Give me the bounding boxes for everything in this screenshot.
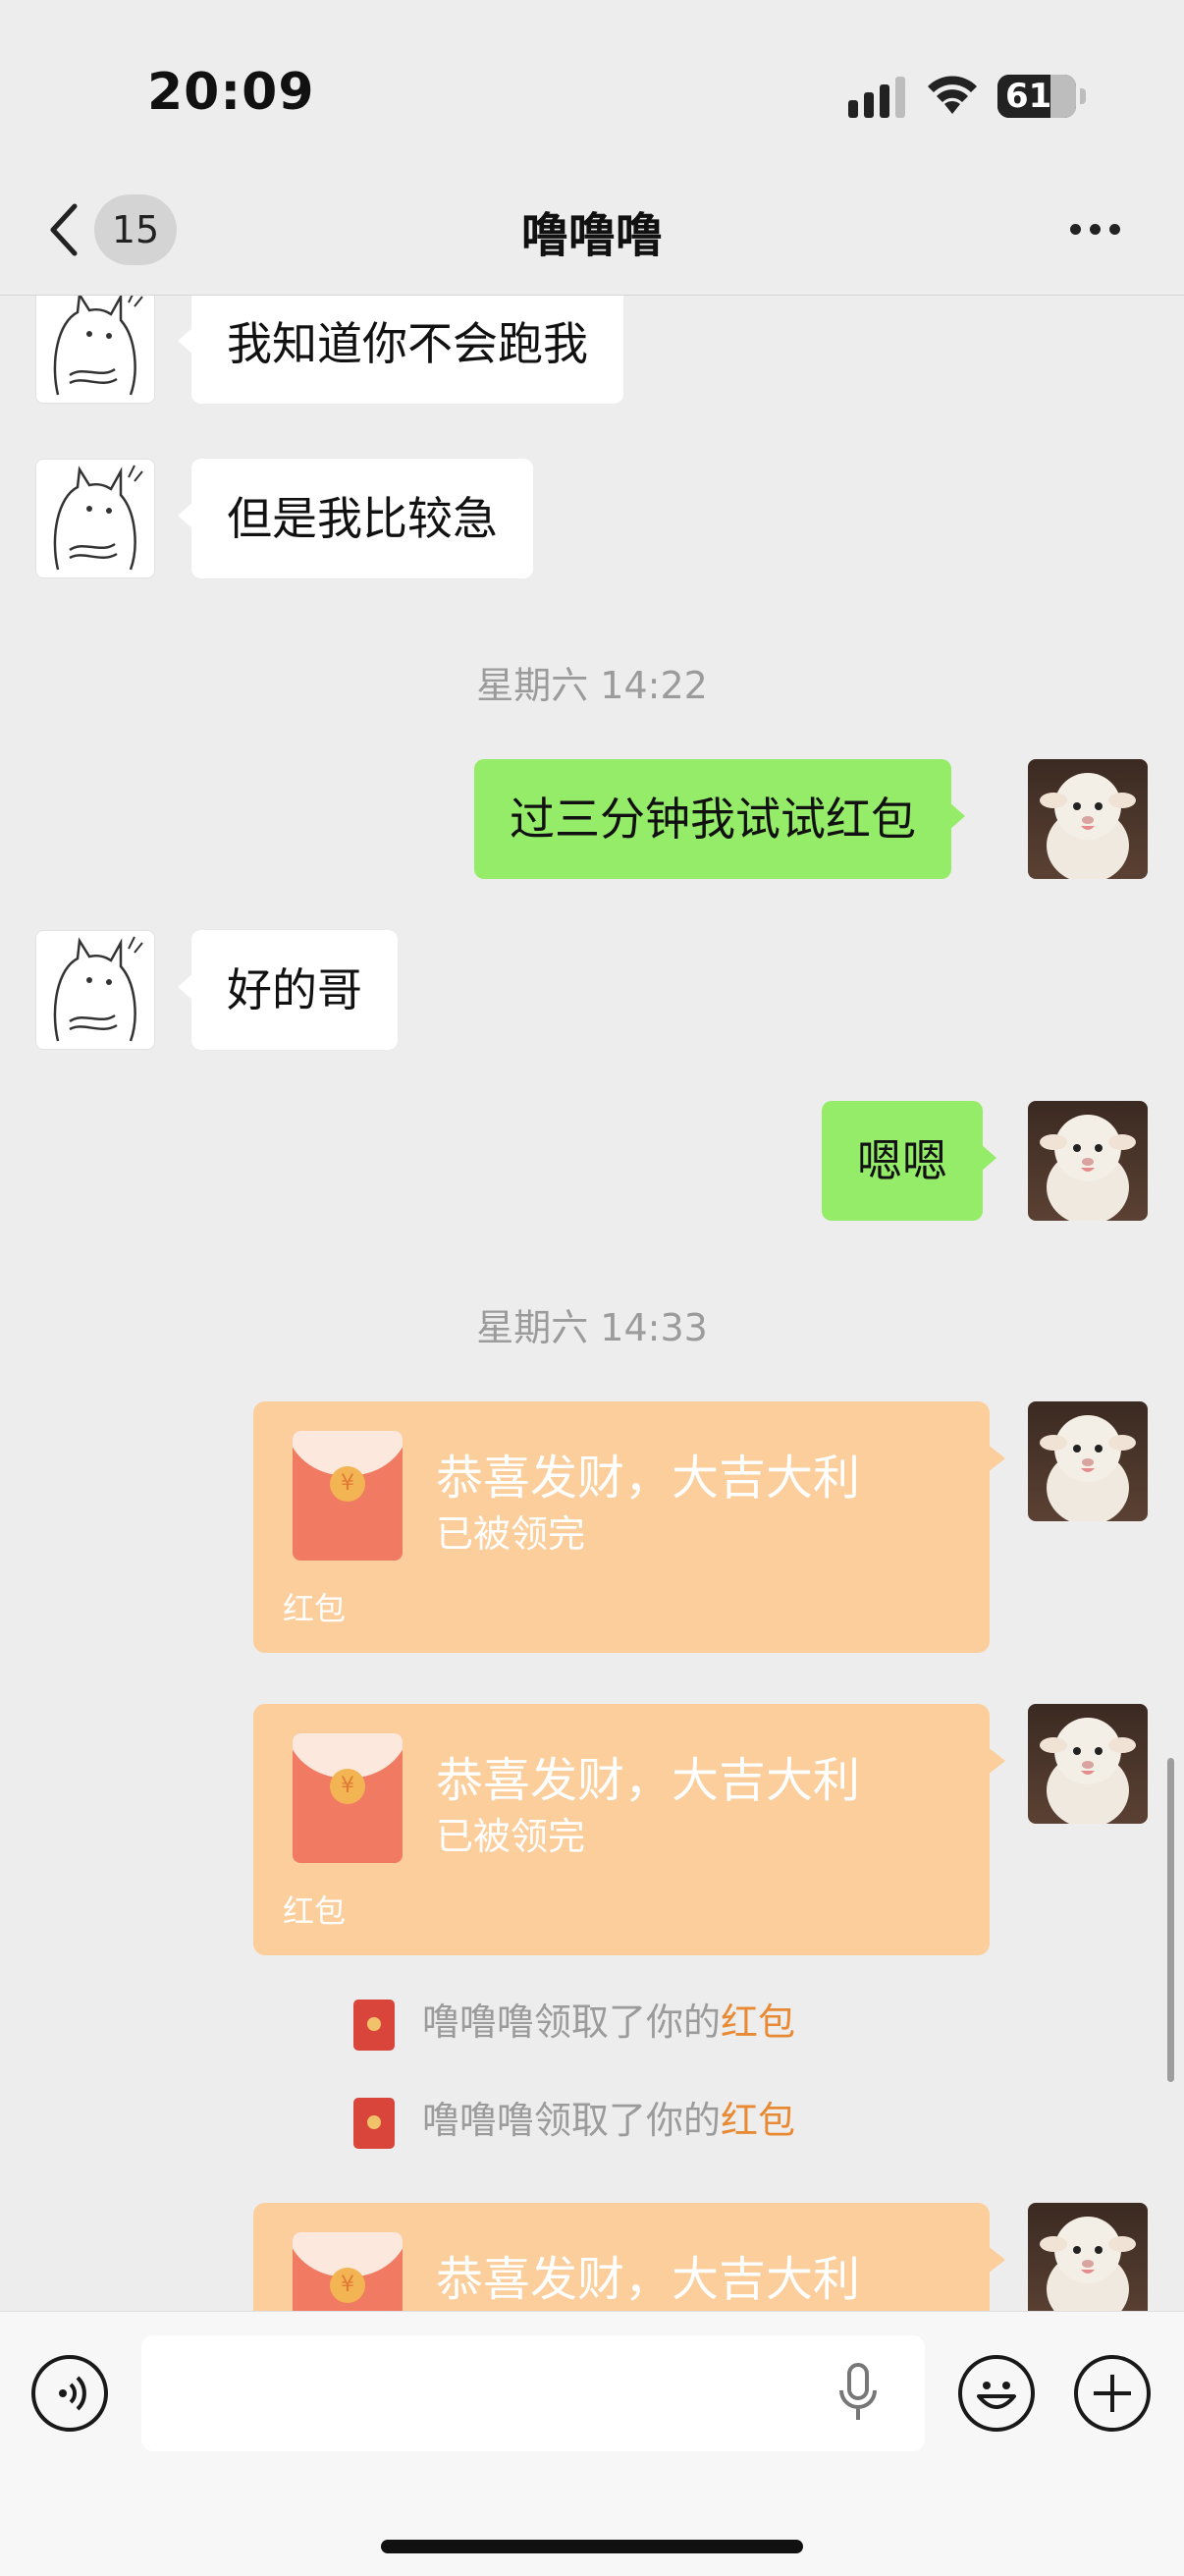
- cellular-signal-icon: [848, 77, 905, 118]
- contact-avatar[interactable]: [35, 459, 155, 578]
- sheep-avatar-icon: [1040, 1718, 1136, 1824]
- my-avatar[interactable]: [1028, 2203, 1148, 2311]
- sheep-avatar-icon: [1040, 1115, 1136, 1221]
- cat-sketch-icon: [53, 936, 143, 1042]
- emoji-icon[interactable]: [958, 2355, 1035, 2432]
- red-envelope-icon: ¥: [293, 1431, 403, 1561]
- scrollbar[interactable]: [1167, 1758, 1174, 2082]
- red-packet-label: 红包: [283, 1590, 347, 1627]
- sheep-avatar-icon: [1040, 773, 1136, 879]
- system-notice-text: 噜噜噜领取了你的: [422, 2001, 722, 2044]
- battery-icon: 61: [997, 75, 1086, 118]
- my-avatar[interactable]: [1028, 1704, 1148, 1824]
- system-notice: 噜噜噜领取了你的红包: [353, 2095, 795, 2149]
- red-packet-greeting: 恭喜发财，大吉大利: [436, 1451, 861, 1506]
- contact-avatar[interactable]: [35, 930, 155, 1050]
- red-packet-label: 红包: [283, 1892, 347, 1930]
- message-bubble-incoming[interactable]: 但是我比较急: [178, 459, 533, 578]
- home-indicator[interactable]: [381, 2540, 803, 2553]
- red-packet-small-icon: [353, 2097, 395, 2149]
- red-envelope-icon: ¥: [293, 1733, 403, 1863]
- red-packet-link[interactable]: 红包: [721, 2001, 795, 2044]
- red-envelope-icon: ¥: [293, 2232, 403, 2311]
- contact-avatar[interactable]: [35, 296, 155, 404]
- my-avatar[interactable]: [1028, 759, 1148, 879]
- red-packet-message[interactable]: ¥ 恭喜发财，大吉大利: [253, 2203, 1005, 2311]
- sheep-avatar-icon: [1040, 2217, 1136, 2311]
- red-packet-small-icon: [353, 1999, 395, 2051]
- message-bubble-incoming[interactable]: 我知道你不会跑我: [178, 296, 623, 404]
- cat-sketch-icon: [53, 296, 143, 396]
- status-bar: 20:09 61: [0, 0, 1184, 167]
- add-more-icon[interactable]: [1074, 2355, 1151, 2432]
- more-options-icon[interactable]: [1070, 220, 1129, 240]
- message-bubble-outgoing[interactable]: 嗯嗯: [822, 1101, 996, 1221]
- wifi-icon: [928, 76, 977, 114]
- message-input[interactable]: [141, 2335, 925, 2451]
- battery-percent: 61: [1005, 77, 1052, 116]
- microphone-icon[interactable]: [836, 2363, 880, 2426]
- message-bubble-incoming[interactable]: 好的哥: [178, 930, 398, 1050]
- system-notice: 噜噜噜领取了你的红包: [353, 1997, 795, 2051]
- cat-sketch-icon: [53, 465, 143, 571]
- message-timestamp: 星期六 14:22: [476, 664, 708, 707]
- red-packet-greeting: 恭喜发财，大吉大利: [436, 2252, 861, 2307]
- chat-title: 噜噜噜: [520, 208, 663, 263]
- input-bar: [0, 2311, 1184, 2576]
- red-packet-greeting: 恭喜发财，大吉大利: [436, 1753, 861, 1808]
- red-packet-status: 已被领完: [436, 1815, 586, 1858]
- message-timestamp: 星期六 14:33: [476, 1306, 708, 1349]
- chat-header: 15 噜噜噜: [0, 167, 1184, 296]
- message-list[interactable]: 我知道你不会跑我 但是我比较急 星期六 14:22 过三分钟我试试红包 好的哥 …: [0, 296, 1184, 2311]
- system-notice-text: 噜噜噜领取了你的: [422, 2099, 722, 2142]
- red-packet-status: 已被领完: [436, 1512, 586, 1556]
- red-packet-message[interactable]: ¥ 恭喜发财，大吉大利 已被领完 红包: [253, 1401, 1005, 1653]
- my-avatar[interactable]: [1028, 1101, 1148, 1221]
- voice-toggle-icon[interactable]: [31, 2355, 108, 2432]
- sheep-avatar-icon: [1040, 1415, 1136, 1521]
- status-time: 20:09: [147, 63, 315, 122]
- red-packet-link[interactable]: 红包: [721, 2099, 795, 2142]
- my-avatar[interactable]: [1028, 1401, 1148, 1521]
- red-packet-message[interactable]: ¥ 恭喜发财，大吉大利 已被领完 红包: [253, 1704, 1005, 1955]
- message-bubble-outgoing[interactable]: 过三分钟我试试红包: [474, 759, 965, 879]
